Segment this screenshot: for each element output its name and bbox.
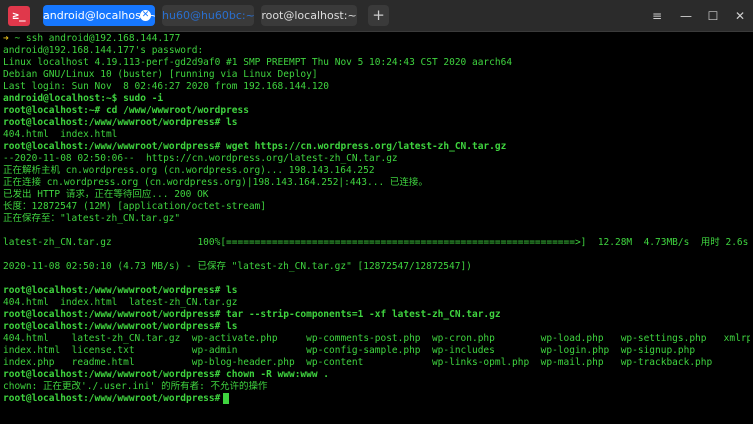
terminal-line: Last login: Sun Nov 8 02:46:27 2020 from… (3, 81, 330, 92)
terminal-line: ➜ ~ ssh android@192.168.144.177 (3, 33, 750, 45)
terminal-line: 404.html index.html (3, 129, 118, 140)
terminal-line: 404.html latest-zh_CN.tar.gz wp-activate… (3, 333, 750, 344)
terminal-line: root@localhost:/www/wwwroot/wordpress# c… (3, 369, 330, 380)
terminal-line: 长度：12872547 (12M) [application/octet-str… (3, 201, 266, 212)
minimize-icon[interactable]: — (676, 6, 696, 26)
terminal-line: 404.html index.html latest-zh_CN.tar.gz (3, 297, 238, 308)
terminal-line: root@localhost:/www/wwwroot/wordpress# w… (3, 141, 507, 152)
terminal-line: 2020-11-08 02:50:10 (4.73 MB/s) - 已保存 "l… (3, 261, 472, 272)
terminal-line: chown: 正在更改'./.user.ini' 的所有者: 不允许的操作 (3, 381, 268, 392)
terminal-line: Debian GNU/Linux 10 (buster) [running vi… (3, 69, 318, 80)
download-progress-line: latest-zh_CN.tar.gz 100%[===============… (3, 237, 749, 248)
tab-hu60[interactable]: hu60@hu60bc:~ (162, 5, 254, 26)
terminal-line: root@localhost:/www/wwwroot/wordpress# l… (3, 285, 238, 296)
terminal-line: Linux localhost 4.19.113-perf-gd2d9af0 #… (3, 57, 513, 68)
terminal-line: 正在保存至："latest-zh_CN.tar.gz" (3, 213, 181, 224)
tab-label: hu60@hu60bc:~ (162, 9, 254, 22)
terminal-line: android@localhost:~$ sudo -i (3, 93, 164, 104)
text-cursor (223, 393, 230, 404)
terminal-line: 正在解析主机 cn.wordpress.org (cn.wordpress.or… (3, 165, 375, 176)
maximize-icon[interactable]: ☐ (703, 6, 723, 26)
terminal-line: root@localhost:/www/wwwroot/wordpress# t… (3, 309, 501, 320)
title-bar: ≥_ android@localhost:~ ✕ hu60@hu60bc:~ r… (0, 0, 753, 32)
tab-label: android@localhost:~ (43, 9, 155, 22)
prompt-line[interactable]: root@localhost:/www/wwwroot/wordpress# (3, 393, 750, 405)
prompt-arrow-icon: ➜ (3, 33, 9, 44)
tab-android-localhost[interactable]: android@localhost:~ ✕ (43, 5, 155, 26)
terminal-line: root@localhost:/www/wwwroot/wordpress# l… (3, 117, 238, 128)
terminal-line: 已发出 HTTP 请求，正在等待回应... 200 OK (3, 189, 209, 200)
close-window-icon[interactable]: ✕ (730, 6, 750, 26)
menu-icon[interactable]: ≡ (647, 6, 667, 26)
terminal-line-text: ~ ssh android@192.168.144.177 (14, 33, 181, 44)
new-tab-button[interactable]: + (368, 5, 389, 26)
terminal-line: index.html license.txt wp-admin wp-confi… (3, 345, 696, 356)
close-icon[interactable]: ✕ (140, 10, 151, 21)
terminal-line: index.php readme.html wp-blog-header.php… (3, 357, 713, 368)
terminal-line: --2020-11-08 02:50:06-- https://cn.wordp… (3, 153, 398, 164)
tab-label: root@localhost:~ (261, 9, 357, 22)
terminal-line: root@localhost:/www/wwwroot/wordpress# l… (3, 321, 238, 332)
terminal-line: root@localhost:~# cd /www/wwwroot/wordpr… (3, 105, 249, 116)
terminal-window: ≥_ android@localhost:~ ✕ hu60@hu60bc:~ r… (0, 0, 753, 424)
terminal-output[interactable]: ➜ ~ ssh android@192.168.144.177 android@… (0, 32, 753, 424)
prompt-text: root@localhost:/www/wwwroot/wordpress# (3, 393, 221, 404)
tab-root-localhost[interactable]: root@localhost:~ (261, 5, 357, 26)
terminal-app-icon[interactable]: ≥_ (8, 6, 30, 26)
terminal-line: 正在连接 cn.wordpress.org (cn.wordpress.org)… (3, 177, 428, 188)
terminal-line: android@192.168.144.177's password: (3, 45, 204, 56)
